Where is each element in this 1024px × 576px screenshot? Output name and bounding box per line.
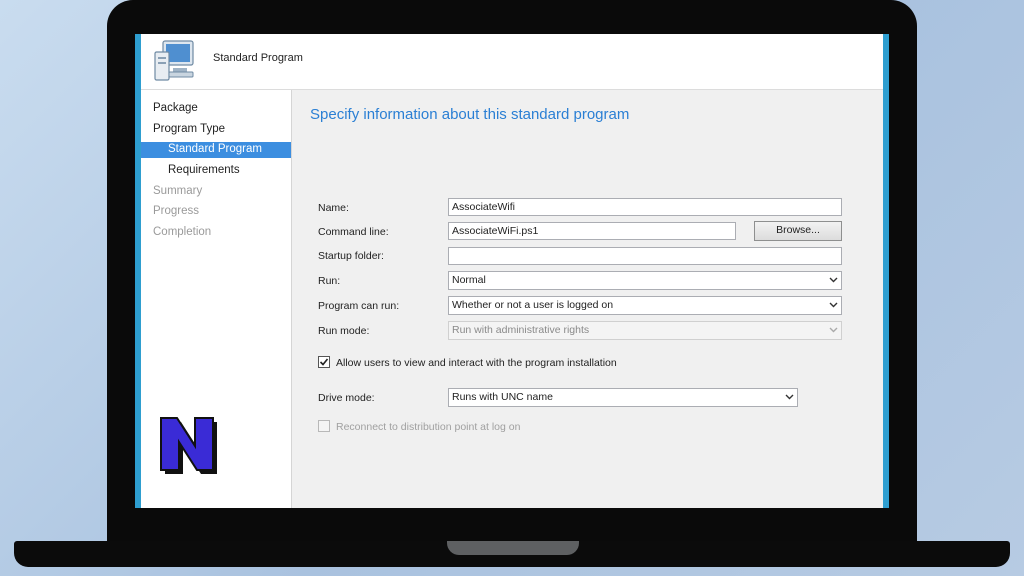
n-logo-icon	[160, 417, 217, 474]
startup-folder-field[interactable]	[448, 247, 842, 265]
reconnect-checkbox	[318, 420, 330, 432]
browse-button[interactable]: Browse...	[754, 221, 842, 241]
command-line-field[interactable]: AssociateWiFi.ps1	[448, 222, 736, 240]
dialog-title: Standard Program	[213, 52, 303, 64]
check-icon	[319, 358, 329, 366]
run-label: Run:	[318, 275, 341, 287]
program-can-run-value: Whether or not a user is logged on	[452, 299, 614, 311]
run-mode-select: Run with administrative rights	[448, 321, 842, 340]
name-field[interactable]: AssociateWifi	[448, 198, 842, 216]
nav-item-program-type[interactable]: Program Type	[153, 123, 225, 135]
run-mode-value: Run with administrative rights	[452, 324, 590, 336]
name-label: Name:	[318, 202, 349, 214]
dialog-header: Standard Program	[141, 34, 883, 90]
allow-interact-label: Allow users to view and interact with th…	[336, 357, 617, 369]
command-line-label: Command line:	[318, 226, 389, 238]
run-select-value: Normal	[452, 274, 486, 286]
program-can-run-select[interactable]: Whether or not a user is logged on	[448, 296, 842, 315]
form-pane: Specify information about this standard …	[292, 90, 883, 508]
nav-item-standard-program[interactable]: Standard Program	[168, 143, 262, 155]
nav-item-summary: Summary	[153, 185, 203, 197]
drive-mode-select[interactable]: Runs with UNC name	[448, 388, 798, 407]
run-select[interactable]: Normal	[448, 271, 842, 290]
program-can-run-label: Program can run:	[318, 300, 400, 312]
chevron-down-icon	[829, 327, 838, 333]
program-dialog: Standard Program Package Program Type St…	[135, 34, 889, 508]
nav-item-progress: Progress	[153, 205, 200, 217]
nav-item-package[interactable]: Package	[153, 102, 198, 114]
nav-item-completion: Completion	[153, 226, 212, 238]
drive-mode-label: Drive mode:	[318, 392, 375, 404]
reconnect-label: Reconnect to distribution point at log o…	[336, 421, 521, 433]
drive-mode-value: Runs with UNC name	[452, 391, 553, 403]
chevron-down-icon	[829, 277, 838, 283]
run-mode-label: Run mode:	[318, 325, 370, 337]
chevron-down-icon	[829, 302, 838, 308]
startup-folder-label: Startup folder:	[318, 250, 384, 262]
allow-interact-checkbox[interactable]	[318, 356, 330, 368]
computer-icon	[154, 40, 194, 81]
nav-item-requirements[interactable]: Requirements	[168, 164, 240, 176]
page-heading: Specify information about this standard …	[310, 106, 630, 123]
laptop-notch	[447, 541, 579, 555]
chevron-down-icon	[785, 394, 794, 400]
